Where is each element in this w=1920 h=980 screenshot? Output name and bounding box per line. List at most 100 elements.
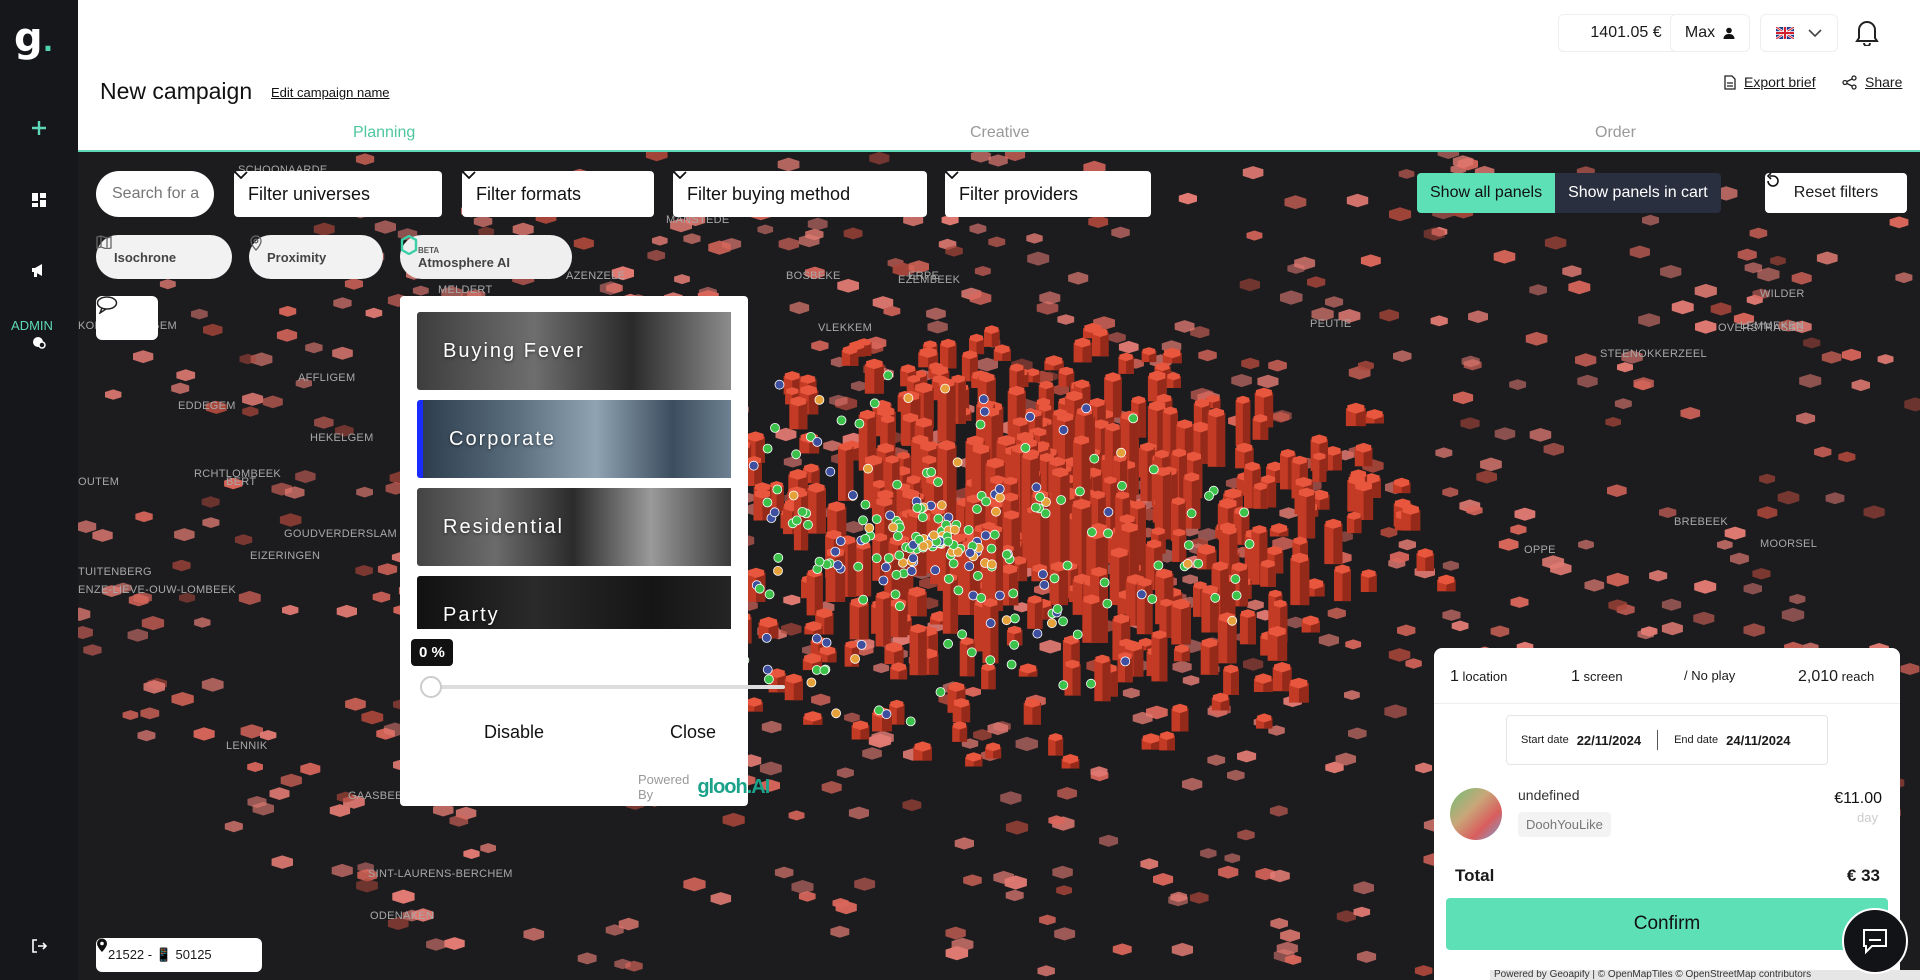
map-attribution[interactable]: Powered by Geoapify | © OpenMapTiles © O… <box>1490 970 1920 980</box>
panel-marker[interactable] <box>885 510 895 521</box>
panel-marker[interactable] <box>1081 403 1092 414</box>
panel-marker[interactable] <box>1148 464 1159 475</box>
confirm-button[interactable]: Confirm <box>1446 898 1888 950</box>
panel-marker[interactable] <box>912 502 923 513</box>
filter-universes-dropdown[interactable]: Filter universes <box>234 171 442 217</box>
panel-marker[interactable] <box>812 436 823 447</box>
date-range[interactable]: Start date 22/11/2024 End date 24/11/202… <box>1506 715 1828 765</box>
panel-marker[interactable] <box>836 415 847 426</box>
panel-marker[interactable] <box>986 543 997 554</box>
panel-marker[interactable] <box>883 553 894 564</box>
panel-marker[interactable] <box>819 665 830 676</box>
panel-marker[interactable] <box>1049 573 1060 584</box>
panel-marker[interactable] <box>1035 492 1045 502</box>
panel-marker[interactable] <box>871 553 882 564</box>
panel-marker[interactable] <box>883 370 893 381</box>
panel-marker[interactable] <box>1153 560 1164 571</box>
panel-marker[interactable] <box>864 523 875 533</box>
panel-marker[interactable] <box>964 561 975 572</box>
panel-marker[interactable] <box>1006 659 1017 670</box>
panel-marker[interactable] <box>1183 540 1194 551</box>
edit-campaign-name-link[interactable]: Edit campaign name <box>271 85 390 100</box>
panel-marker[interactable] <box>940 383 950 394</box>
panel-marker[interactable] <box>980 530 991 541</box>
panel-marker[interactable] <box>773 565 783 576</box>
panel-marker[interactable] <box>1089 453 1100 464</box>
logout-icon[interactable] <box>19 926 59 966</box>
atmosphere-item-residential[interactable]: Residential <box>417 488 731 566</box>
panel-marker[interactable] <box>1103 528 1113 539</box>
panel-marker[interactable] <box>906 566 917 576</box>
panel-marker[interactable] <box>1001 549 1012 560</box>
panel-marker[interactable] <box>1227 615 1238 626</box>
panel-marker[interactable] <box>890 589 901 600</box>
atmosphere-item-buying-fever[interactable]: Buying Fever <box>417 312 731 390</box>
panel-marker[interactable] <box>943 638 953 649</box>
panel-marker[interactable] <box>1058 680 1069 690</box>
panel-marker[interactable] <box>833 560 843 571</box>
panel-marker[interactable] <box>774 379 785 390</box>
panel-marker[interactable] <box>1056 495 1066 505</box>
panel-marker[interactable] <box>848 490 858 501</box>
panel-marker[interactable] <box>772 484 783 495</box>
notification-bell-icon[interactable] <box>1854 18 1880 51</box>
panel-marker[interactable] <box>917 512 928 523</box>
panel-marker[interactable] <box>1072 629 1083 640</box>
panel-marker[interactable] <box>797 506 808 517</box>
panel-marker[interactable] <box>812 633 822 644</box>
tab-planning[interactable]: Planning <box>353 124 415 142</box>
panel-marker[interactable] <box>944 573 954 584</box>
map-view[interactable]: SCHOONAARDENUVERMEUTEMANSTEDEMELDERTASSE… <box>78 152 1920 980</box>
panel-marker[interactable] <box>762 443 773 454</box>
panel-marker[interactable] <box>814 556 825 567</box>
panel-marker[interactable] <box>854 418 865 429</box>
proximity-button[interactable]: Proximity <box>249 235 383 279</box>
panel-marker[interactable] <box>858 515 868 526</box>
tab-order[interactable]: Order <box>1595 124 1636 142</box>
panel-marker[interactable] <box>1020 442 1031 453</box>
filter-buying-method-dropdown[interactable]: Filter buying method <box>673 171 927 217</box>
panel-marker[interactable] <box>831 708 841 719</box>
panel-marker[interactable] <box>1040 508 1051 519</box>
panel-marker[interactable] <box>985 618 996 629</box>
panel-marker[interactable] <box>943 536 953 547</box>
language-selector[interactable] <box>1760 14 1838 52</box>
panel-marker[interactable] <box>1038 569 1048 580</box>
panel-marker[interactable] <box>952 457 963 468</box>
panel-marker[interactable] <box>1099 577 1110 588</box>
panel-marker[interactable] <box>985 655 996 666</box>
campaign-icon[interactable] <box>19 250 59 290</box>
intensity-slider-track[interactable] <box>428 685 785 689</box>
panel-marker[interactable] <box>853 561 864 572</box>
panel-marker[interactable] <box>1032 628 1043 639</box>
panel-marker[interactable] <box>1120 656 1131 667</box>
panel-marker[interactable] <box>989 529 1000 540</box>
show-all-panels-button[interactable]: Show all panels <box>1417 173 1556 213</box>
user-menu[interactable]: Max <box>1670 14 1750 52</box>
panel-marker[interactable] <box>869 398 880 409</box>
panel-marker[interactable] <box>888 522 898 533</box>
panel-marker[interactable] <box>972 504 982 514</box>
dashboard-icon[interactable] <box>19 180 59 220</box>
panel-marker[interactable] <box>871 514 882 525</box>
panel-marker[interactable] <box>991 506 1001 517</box>
panel-marker[interactable] <box>1147 594 1158 604</box>
intensity-slider-handle[interactable] <box>420 676 442 698</box>
filter-providers-dropdown[interactable]: Filter providers <box>945 171 1151 217</box>
panel-marker[interactable] <box>995 492 1005 503</box>
tab-creative[interactable]: Creative <box>970 124 1030 142</box>
panel-marker[interactable] <box>949 524 960 535</box>
panel-marker[interactable] <box>933 513 944 524</box>
panel-marker[interactable] <box>928 530 939 541</box>
panel-marker[interactable] <box>1058 616 1068 627</box>
panel-marker[interactable] <box>1087 527 1097 538</box>
panel-marker[interactable] <box>1008 588 1019 599</box>
panel-marker[interactable] <box>850 653 860 664</box>
panel-marker[interactable] <box>903 393 914 404</box>
panel-marker[interactable] <box>761 632 772 643</box>
panel-marker[interactable] <box>881 709 892 720</box>
panel-marker[interactable] <box>754 583 765 594</box>
panel-marker[interactable] <box>1030 502 1041 513</box>
panel-marker[interactable] <box>1230 574 1241 584</box>
atmosphere-list[interactable]: Buying Fever Corporate Residential Party <box>417 312 731 629</box>
